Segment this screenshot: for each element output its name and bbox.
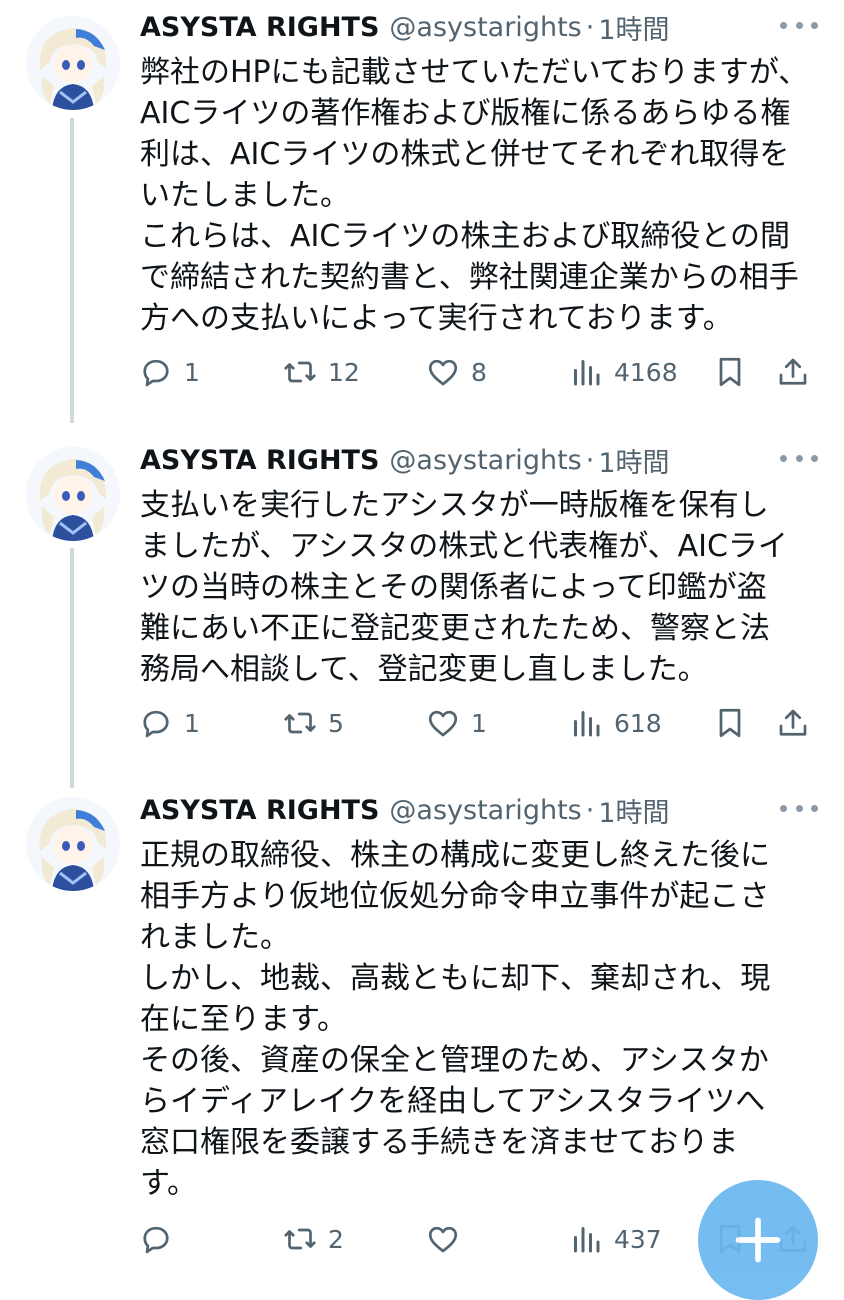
tweet-text: 正規の取締役、株主の構成に変更し終えた後に 相手方より仮地位仮処分命令申立事件が… [140,835,820,1204]
separator-dot: · [585,11,595,43]
views-button[interactable]: 437 [568,1217,662,1261]
tweet-text-line: その後、資産の保全と管理のため、アシスタか [140,1043,769,1078]
share-button[interactable] [775,701,811,745]
reply-icon [143,1226,169,1254]
bookmark-button[interactable] [712,350,748,394]
reply-button[interactable]: 1 [138,350,200,394]
tweet-text-line: 窓口権限を委譲する手続きを済ませておりま [140,1125,739,1160]
share-icon [779,358,807,385]
reply-count: 1 [184,708,200,738]
bookmark-button[interactable] [712,701,748,745]
heart-icon [428,359,458,386]
tweet-text-line: 方への支払いによって実行されております。 [140,301,733,336]
tweet-text-line: 正規の取締役、株主の構成に変更し終えた後に [140,838,770,873]
timestamp[interactable]: 1時間 [598,791,669,830]
author-name[interactable]: ASYSTA RIGHTS [140,445,379,476]
tweet-actions: 1 5 1 618 [0,701,844,745]
tweet-text-line: これらは、AICライツの株主および取締役との間 [140,219,791,254]
views-chart-icon [574,1227,600,1253]
retweet-icon [284,712,316,734]
share-button[interactable] [775,350,811,394]
retweet-count: 2 [328,1224,344,1254]
tweet-text: 弊社のHPにも記載させていただいておりますが、 AICライツの著作権および版権に… [140,52,820,339]
views-chart-icon [574,360,600,386]
author-handle[interactable]: @asystarights [389,795,581,826]
thread-line [70,548,74,788]
tweet-text-line: で締結された契約書と、弊社関連企業からの相手 [140,260,799,295]
tweet-actions: 1 12 8 4168 [0,350,844,394]
tweet-text-line: 在に至ります。 [140,1002,347,1037]
avatar[interactable] [26,797,120,891]
views-button[interactable]: 4168 [568,350,678,394]
views-count: 437 [614,1224,662,1254]
retweet-count: 5 [328,708,344,738]
tweet-text-line: 弊社のHPにも記載させていただいておりますが、 [140,55,809,90]
like-button[interactable]: 8 [425,350,487,394]
like-count: 1 [471,708,487,738]
tweet-text: 支払いを実行したアシスタが一時版権を保有し ましたが、アシスタの株式と代表権が、… [140,485,820,690]
retweet-button[interactable]: 5 [282,701,344,745]
author-handle[interactable]: @asystarights [389,445,581,476]
reply-count: 1 [184,357,200,387]
more-options-icon[interactable] [780,797,818,819]
reply-button[interactable] [138,1217,174,1261]
views-count: 4168 [614,357,678,387]
tweet-header: ASYSTA RIGHTS @asystarights · 1時間 [140,4,670,50]
tweet-text-line: いたしました。 [140,178,350,213]
avatar-illustration [26,797,120,891]
avatar[interactable] [26,16,120,110]
retweet-icon [284,361,316,383]
bookmark-icon [719,708,741,738]
timestamp[interactable]: 1時間 [598,441,669,480]
tweet-header: ASYSTA RIGHTS @asystarights · 1時間 [140,787,670,833]
heart-icon [428,710,458,737]
separator-dot: · [585,444,595,476]
avatar-illustration [26,16,120,110]
timestamp[interactable]: 1時間 [598,8,669,47]
like-button[interactable]: 1 [425,701,487,745]
like-count: 8 [471,357,487,387]
heart-icon [428,1226,458,1253]
views-button[interactable]: 618 [568,701,662,745]
tweet-text-line: 支払いを実行したアシスタが一時版権を保有し [140,488,769,523]
author-handle[interactable]: @asystarights [389,12,581,43]
tweet-text-line: 利は、AICライツの株式と併せてそれぞれ取得を [140,137,790,172]
avatar[interactable] [26,447,120,541]
tweet-text-line: ツの当時の株主とその関係者によって印鑑が盗 [140,570,767,605]
tweet-text-line: AICライツの著作権および版権に係るあらゆる権 [140,96,791,131]
tweet-text-line: 難にあい不正に登記変更されたため、警察と法 [140,611,770,646]
more-options-icon[interactable] [780,14,818,36]
reply-icon [143,359,169,387]
bookmark-icon [719,357,741,387]
author-name[interactable]: ASYSTA RIGHTS [140,795,379,826]
tweet-text-line: 務局へ相談して、登記変更し直しました。 [140,652,708,687]
separator-dot: · [585,794,595,826]
tweet-text-line: れました。 [140,920,290,955]
like-button[interactable] [425,1217,461,1261]
tweet-header: ASYSTA RIGHTS @asystarights · 1時間 [140,437,670,483]
tweet-text-line: しかし、地裁、高裁ともに却下、棄却され、現 [140,961,771,996]
more-options-icon[interactable] [780,447,818,469]
retweet-button[interactable]: 2 [282,1217,344,1261]
retweet-icon [284,1228,316,1250]
tweet-text-line: ましたが、アシスタの株式と代表権が、AICライ [140,529,788,564]
reply-icon [143,710,169,738]
views-count: 618 [614,708,662,738]
author-name[interactable]: ASYSTA RIGHTS [140,12,379,43]
views-chart-icon [574,711,600,737]
tweet-text-line: らイディアレイクを経由してアシスタライツへ [140,1084,766,1119]
tweet-text-line: 相手方より仮地位仮処分命令申立事件が起こさ [140,879,770,914]
retweet-count: 12 [328,357,360,387]
reply-button[interactable]: 1 [138,701,200,745]
avatar-illustration [26,447,120,541]
compose-button[interactable] [698,1180,818,1300]
retweet-button[interactable]: 12 [282,350,360,394]
share-icon [779,709,807,736]
compose-plus-icon [735,1217,781,1263]
